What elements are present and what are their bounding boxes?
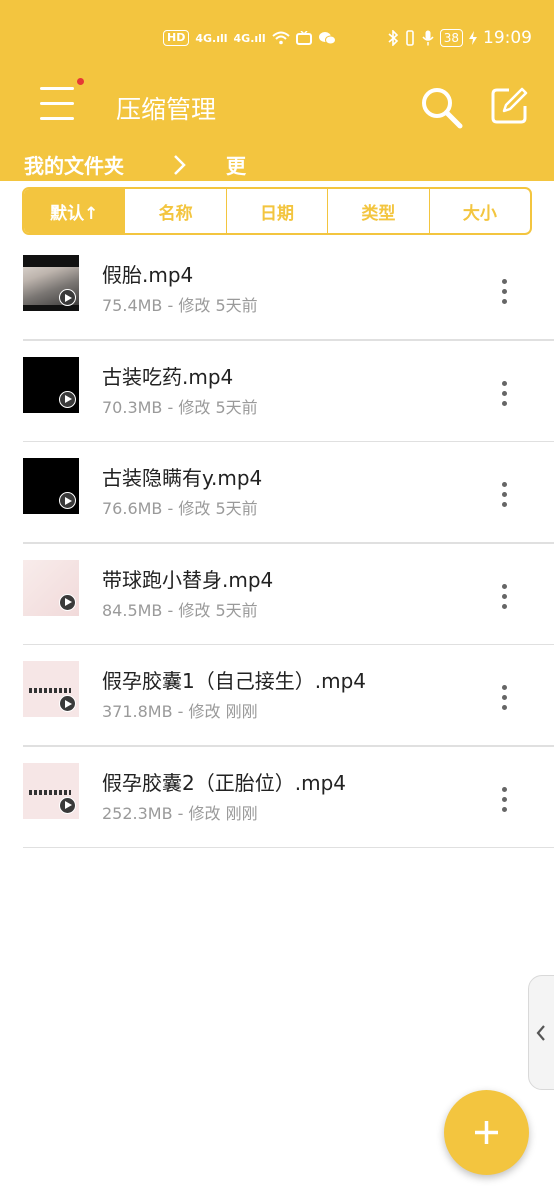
play-icon xyxy=(59,593,76,611)
file-row[interactable]: 古装隐瞒有y.mp4 76.6MB - 修改 5天前 xyxy=(0,442,554,544)
bluetooth-icon xyxy=(388,30,398,46)
video-thumbnail xyxy=(23,559,79,616)
sort-type-tab[interactable]: 类型 xyxy=(327,189,428,233)
file-meta: 252.3MB - 修改 刚刚 xyxy=(102,803,258,823)
video-thumbnail xyxy=(23,661,79,717)
play-icon xyxy=(59,796,76,814)
file-name: 假孕胶囊2（正胎位）.mp4 xyxy=(102,770,346,795)
status-bar: HD 4G.ıll 4G.ıll 38 19:09 xyxy=(0,26,554,56)
clock: 19:09 xyxy=(483,28,532,48)
notification-dot xyxy=(77,78,84,85)
breadcrumb: 我的文件夹 更 xyxy=(24,150,246,179)
signal-2: 4G.ıll xyxy=(233,31,266,45)
file-row[interactable]: 假孕胶囊1（自己接生）.mp4 371.8MB - 修改 刚刚 xyxy=(0,645,554,747)
page-title: 压缩管理 xyxy=(116,95,217,124)
file-name: 古装隐瞒有y.mp4 xyxy=(102,466,263,490)
play-icon xyxy=(59,492,76,509)
file-name: 古装吃药.mp4 xyxy=(102,364,234,389)
sort-size-tab[interactable]: 大小 xyxy=(428,189,530,233)
more-options-icon[interactable] xyxy=(490,580,518,614)
video-thumbnail xyxy=(23,255,79,311)
battery-indicator: 38 xyxy=(439,29,463,47)
search-icon[interactable] xyxy=(418,84,464,130)
play-icon xyxy=(59,390,76,408)
file-row[interactable]: 假胎.mp4 75.4MB - 修改 5天前 xyxy=(0,239,554,341)
more-options-icon[interactable] xyxy=(490,478,518,512)
signal-1: 4G.ıll xyxy=(195,31,228,45)
sort-tabs: 默认↑ 名称 日期 类型 大小 xyxy=(22,187,532,235)
more-options-icon[interactable] xyxy=(490,783,518,817)
sort-default-tab[interactable]: 默认↑ xyxy=(24,189,125,233)
video-thumbnail xyxy=(23,458,79,514)
file-row[interactable]: 古装吃药.mp4 70.3MB - 修改 5天前 xyxy=(0,341,554,442)
chevron-left-icon xyxy=(536,1025,545,1041)
more-options-icon[interactable] xyxy=(490,377,518,411)
file-meta: 76.6MB - 修改 5天前 xyxy=(102,499,258,518)
divider xyxy=(23,846,554,848)
file-list: 假胎.mp4 75.4MB - 修改 5天前 古装吃药.mp4 70.3MB -… xyxy=(0,239,554,848)
more-options-icon[interactable] xyxy=(490,275,518,309)
wechat-icon xyxy=(318,32,336,45)
edit-icon[interactable] xyxy=(489,86,529,126)
breadcrumb-folder[interactable]: 我的文件夹 xyxy=(24,150,124,179)
file-meta: 70.3MB - 修改 5天前 xyxy=(102,397,258,417)
mic-icon xyxy=(422,30,434,46)
network-badge: HD xyxy=(163,30,190,46)
file-row[interactable]: 带球跑小替身.mp4 84.5MB - 修改 5天前 xyxy=(0,544,554,645)
charging-icon xyxy=(469,31,477,45)
chevron-right-icon xyxy=(174,154,186,175)
file-meta: 75.4MB - 修改 5天前 xyxy=(102,296,258,315)
plus-icon xyxy=(475,1121,498,1144)
tv-icon xyxy=(295,31,312,45)
file-meta: 371.8MB - 修改 刚刚 xyxy=(102,702,258,721)
file-name: 带球跑小替身.mp4 xyxy=(102,567,274,592)
play-icon xyxy=(59,695,76,712)
file-meta: 84.5MB - 修改 5天前 xyxy=(102,600,258,620)
video-thumbnail xyxy=(23,762,79,819)
status-right: 38 19:09 xyxy=(388,28,532,48)
sort-date-tab[interactable]: 日期 xyxy=(225,189,327,233)
more-options-icon[interactable] xyxy=(490,681,518,715)
breadcrumb-current[interactable]: 更 xyxy=(226,150,246,179)
video-thumbnail xyxy=(23,356,79,413)
app-header: HD 4G.ıll 4G.ıll 38 19:09 压缩管理 我的文件夹 更 xyxy=(0,0,554,181)
menu-button[interactable] xyxy=(38,85,78,125)
file-name: 假孕胶囊1（自己接生）.mp4 xyxy=(102,669,366,693)
add-button[interactable] xyxy=(444,1090,529,1175)
file-name: 假胎.mp4 xyxy=(102,263,194,287)
file-row[interactable]: 假孕胶囊2（正胎位）.mp4 252.3MB - 修改 刚刚 xyxy=(0,747,554,848)
wifi-icon xyxy=(272,31,290,45)
sort-name-tab[interactable]: 名称 xyxy=(124,189,225,233)
side-drawer-handle[interactable] xyxy=(528,975,554,1090)
status-left: HD 4G.ıll 4G.ıll xyxy=(163,30,336,46)
play-icon xyxy=(59,289,76,306)
vibrate-icon xyxy=(405,30,414,46)
